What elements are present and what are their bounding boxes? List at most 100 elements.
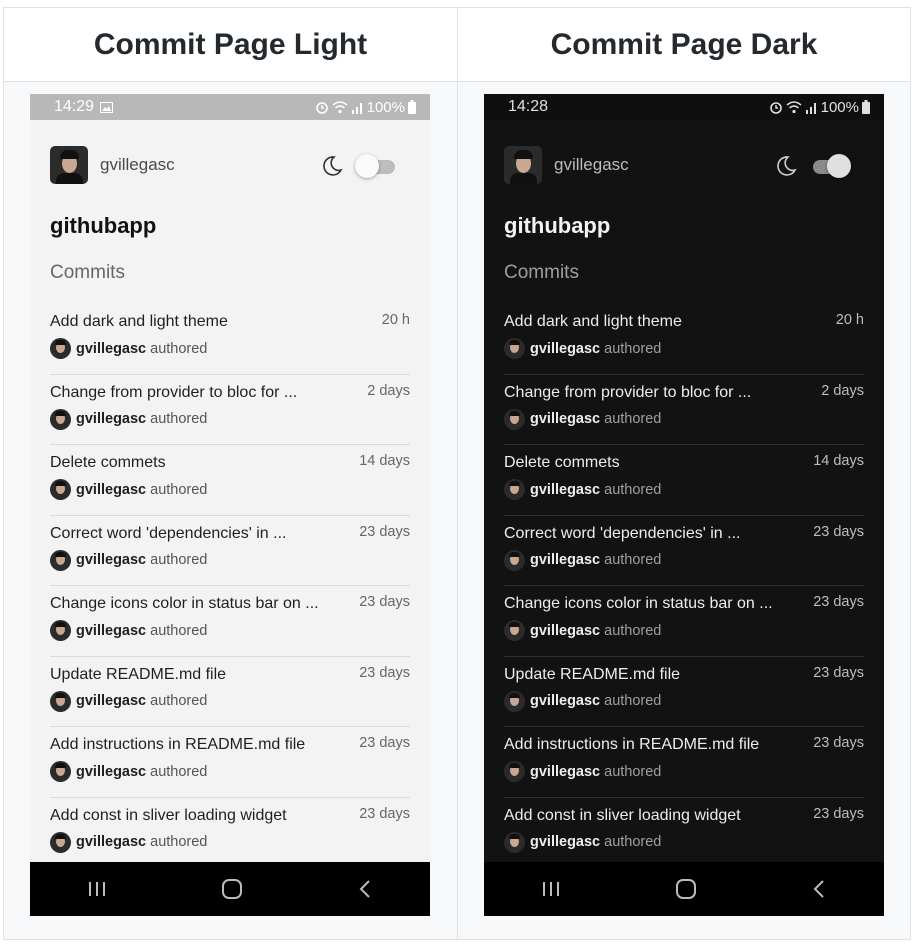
commit-message: Change icons color in status bar on ... bbox=[50, 595, 319, 612]
commit-author: gvillegasc authored bbox=[50, 479, 207, 500]
commit-author: gvillegasc authored bbox=[50, 549, 208, 571]
list-item[interactable]: Add const in sliver loading widget 23 day… bbox=[50, 796, 410, 868]
author-suffix: authored bbox=[150, 622, 208, 639]
author-suffix: authored bbox=[604, 622, 662, 639]
commit-message: Add const in sliver loading widget bbox=[50, 806, 287, 824]
list-item[interactable]: Add instructions in README.md file 23 day… bbox=[504, 726, 864, 797]
commit-message: Update README.md file bbox=[50, 665, 227, 683]
commit-time: 14 days bbox=[813, 453, 864, 469]
commit-time: 23 days bbox=[359, 735, 410, 751]
list-item[interactable]: Correct word 'dependencies' in ... 23 day… bbox=[504, 514, 864, 586]
author-suffix: authored bbox=[604, 552, 662, 568]
avatar bbox=[504, 831, 525, 853]
commit-author: gvillegasc authored bbox=[50, 338, 207, 359]
commit-time: 2 days bbox=[821, 382, 864, 399]
avatar bbox=[50, 761, 71, 782]
list-item[interactable]: Delete commets 14 days gvillegasc authored bbox=[504, 444, 864, 515]
username: gvillegasc bbox=[100, 155, 175, 174]
list-item[interactable]: Correct word 'dependencies' in ... 23 day… bbox=[50, 514, 410, 586]
list-item[interactable]: Add dark and light theme 20 h gvillegasc au… bbox=[50, 303, 410, 374]
recent-apps-icon[interactable] bbox=[541, 880, 561, 898]
commit-time: 23 days bbox=[359, 664, 410, 681]
author-suffix: authored bbox=[150, 693, 208, 709]
android-nav-bar bbox=[30, 862, 430, 916]
commit-author: gvillegasc authored bbox=[50, 690, 208, 712]
author-suffix: authored bbox=[150, 552, 208, 568]
avatar bbox=[50, 690, 71, 712]
app-content: gvillegasc githubapp Commits Add dark an… bbox=[30, 120, 430, 862]
back-icon[interactable] bbox=[811, 879, 827, 899]
avatar bbox=[50, 831, 71, 853]
list-item[interactable]: Add dark and light theme 20 h gvillegasc au… bbox=[504, 303, 864, 374]
phone-screenshot-light: 14:29 100% gvillegasc githubapp Commits … bbox=[30, 94, 430, 916]
author-suffix: authored bbox=[150, 340, 208, 357]
commit-author: gvillegasc authored bbox=[504, 831, 661, 853]
list-item[interactable]: Change from provider to bloc for ... 2 da… bbox=[50, 373, 410, 445]
author-name: gvillegasc bbox=[530, 340, 601, 357]
avatar bbox=[504, 761, 525, 782]
section-title: Commits bbox=[50, 262, 125, 283]
list-item[interactable]: Update README.md file 23 days gvillegasc au… bbox=[50, 655, 410, 727]
author-name: gvillegasc bbox=[530, 411, 601, 427]
commit-list: Add dark and light theme 20 h gvillegasc au… bbox=[50, 303, 410, 867]
author-name: gvillegasc bbox=[530, 693, 601, 709]
avatar bbox=[50, 408, 71, 430]
author-name: gvillegasc bbox=[76, 411, 147, 427]
avatar bbox=[504, 690, 525, 712]
author-name: gvillegasc bbox=[530, 552, 601, 568]
list-item[interactable]: Add const in sliver loading widget 23 day… bbox=[504, 796, 864, 868]
commit-author: gvillegasc authored bbox=[504, 690, 661, 712]
battery-icon bbox=[862, 100, 870, 114]
commit-message: Delete commets bbox=[50, 454, 166, 471]
list-item[interactable]: Change icons color in status bar on ... 2… bbox=[50, 585, 410, 656]
signal-icon bbox=[805, 102, 816, 114]
commit-time: 23 days bbox=[813, 805, 864, 822]
theme-toggle[interactable] bbox=[355, 154, 397, 178]
user-header: gvillegasc bbox=[50, 146, 175, 184]
commit-author: gvillegasc authored bbox=[504, 761, 661, 782]
status-bar: 14:28 100% bbox=[484, 94, 884, 120]
commit-message: Change icons color in status bar on ... bbox=[504, 595, 773, 612]
commit-author: gvillegasc authored bbox=[504, 479, 661, 500]
avatar bbox=[504, 479, 525, 500]
list-item[interactable]: Update README.md file 23 days gvillegasc au… bbox=[504, 655, 864, 727]
moon-icon bbox=[777, 156, 797, 176]
theme-toggle[interactable] bbox=[809, 154, 851, 178]
list-item[interactable]: Add instructions in README.md file 23 day… bbox=[50, 726, 410, 797]
column-divider bbox=[457, 8, 458, 939]
list-item[interactable]: Change from provider to bloc for ... 2 da… bbox=[504, 373, 864, 445]
author-name: gvillegasc bbox=[530, 763, 601, 780]
commit-time: 20 h bbox=[835, 312, 864, 328]
home-icon[interactable] bbox=[221, 878, 243, 900]
commit-message: Add dark and light theme bbox=[50, 313, 228, 330]
list-item[interactable]: Change icons color in status bar on ... 2… bbox=[504, 585, 864, 656]
home-icon[interactable] bbox=[675, 878, 697, 900]
author-suffix: authored bbox=[150, 411, 208, 427]
commit-time: 20 h bbox=[381, 312, 410, 328]
commit-time: 23 days bbox=[813, 523, 864, 540]
moon-icon bbox=[323, 156, 343, 176]
username: gvillegasc bbox=[554, 155, 629, 174]
avatar bbox=[50, 479, 71, 500]
avatar bbox=[504, 338, 525, 359]
list-item[interactable]: Delete commets 14 days gvillegasc authored bbox=[50, 444, 410, 515]
avatar bbox=[504, 408, 525, 430]
commit-author: gvillegasc authored bbox=[50, 831, 207, 853]
commit-time: 23 days bbox=[813, 594, 864, 610]
commit-author: gvillegasc authored bbox=[50, 620, 207, 641]
author-name: gvillegasc bbox=[530, 481, 601, 498]
battery-percent: 100% bbox=[366, 98, 405, 116]
back-icon[interactable] bbox=[357, 879, 373, 899]
status-bar: 14:29 100% bbox=[30, 94, 430, 120]
recent-apps-icon[interactable] bbox=[87, 880, 107, 898]
status-time: 14:29 bbox=[54, 98, 95, 115]
author-suffix: authored bbox=[604, 411, 662, 427]
commit-author: gvillegasc authored bbox=[50, 408, 208, 430]
app-content: gvillegasc githubapp Commits Add dark an… bbox=[484, 120, 884, 862]
avatar bbox=[50, 620, 71, 641]
battery-icon bbox=[408, 100, 416, 114]
commit-time: 23 days bbox=[359, 805, 410, 822]
commit-author: gvillegasc authored bbox=[50, 761, 207, 782]
author-name: gvillegasc bbox=[530, 834, 601, 850]
author-name: gvillegasc bbox=[76, 552, 147, 568]
